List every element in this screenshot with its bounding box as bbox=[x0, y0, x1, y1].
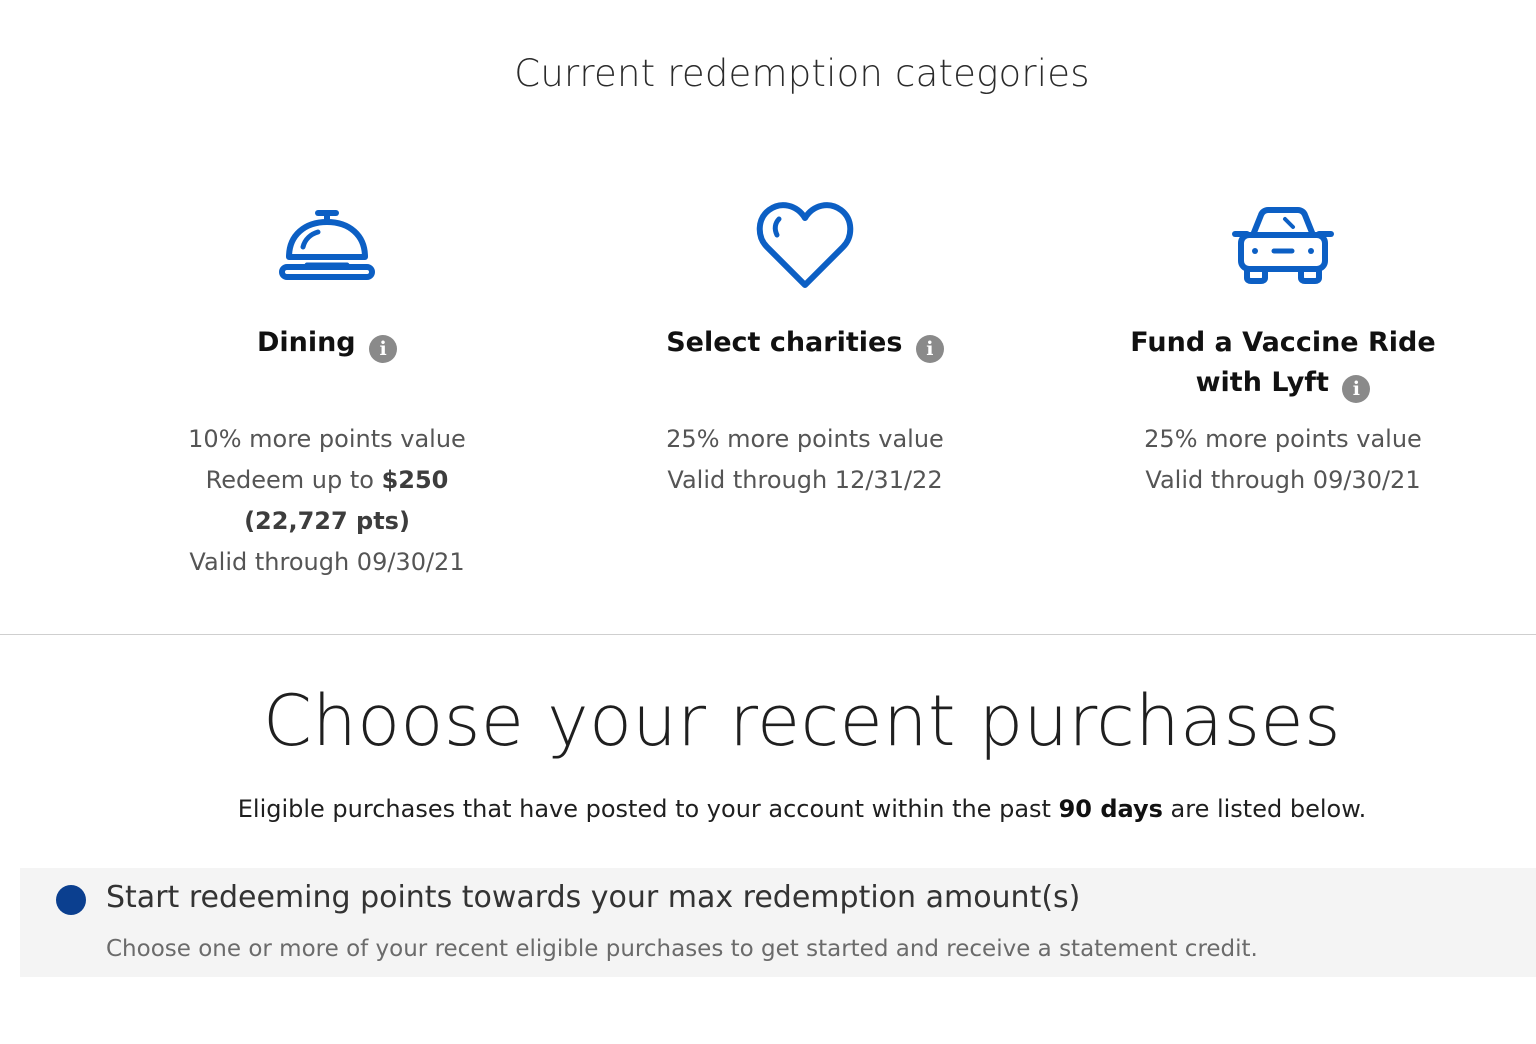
category-title: Select charities bbox=[666, 327, 903, 358]
valid-through: Valid through 09/30/21 bbox=[189, 548, 465, 576]
info-icon[interactable]: i bbox=[1342, 375, 1371, 403]
redemption-banner: Start redeeming points towards your max … bbox=[20, 868, 1536, 977]
banner-heading: Start redeeming points towards your max … bbox=[106, 880, 1081, 915]
subtitle-bold: 90 days bbox=[1058, 795, 1163, 823]
redeem-limit-amount: $250 bbox=[381, 466, 449, 494]
category-title: Dining bbox=[256, 327, 356, 358]
category-vaccine-ride: Fund a Vaccine Ride with Lyft i 25% more… bbox=[1073, 195, 1493, 501]
section-divider bbox=[0, 634, 1536, 635]
redeem-points-value: (22,727 pts) bbox=[244, 507, 410, 535]
subtitle-suffix: are listed below. bbox=[1162, 795, 1367, 823]
category-title-line1: Fund a Vaccine Ride bbox=[1130, 327, 1436, 358]
page-subtitle: Eligible purchases that have posted to y… bbox=[0, 795, 1536, 823]
section-title: Current redemption categories bbox=[514, 52, 1090, 95]
points-value: 25% more points value bbox=[666, 425, 944, 453]
points-value: 25% more points value bbox=[1144, 425, 1422, 453]
category-charities: Select charities i 25% more points value… bbox=[595, 195, 1015, 501]
category-title-line2: with Lyft bbox=[1195, 367, 1329, 398]
points-value: 10% more points value bbox=[188, 425, 466, 453]
redeem-limit-prefix: Redeem up to bbox=[205, 466, 382, 494]
valid-through: Valid through 12/31/22 bbox=[667, 466, 943, 494]
service-bell-icon bbox=[279, 210, 375, 280]
info-icon[interactable]: i bbox=[369, 335, 398, 363]
status-dot-icon bbox=[56, 885, 86, 915]
redeem-limit: Redeem up to $250 bbox=[117, 460, 537, 501]
info-icon[interactable]: i bbox=[915, 335, 944, 363]
car-icon bbox=[1232, 207, 1334, 284]
heart-icon bbox=[756, 202, 854, 288]
page-title: Choose your recent purchases bbox=[262, 680, 1342, 762]
valid-through: Valid through 09/30/21 bbox=[1145, 466, 1421, 494]
banner-text: Choose one or more of your recent eligib… bbox=[106, 936, 1258, 962]
category-dining: Dining i 10% more points value Redeem up… bbox=[117, 195, 537, 583]
redeem-points: (22,727 pts) bbox=[117, 501, 537, 542]
subtitle-prefix: Eligible purchases that have posted to y… bbox=[237, 795, 1059, 823]
